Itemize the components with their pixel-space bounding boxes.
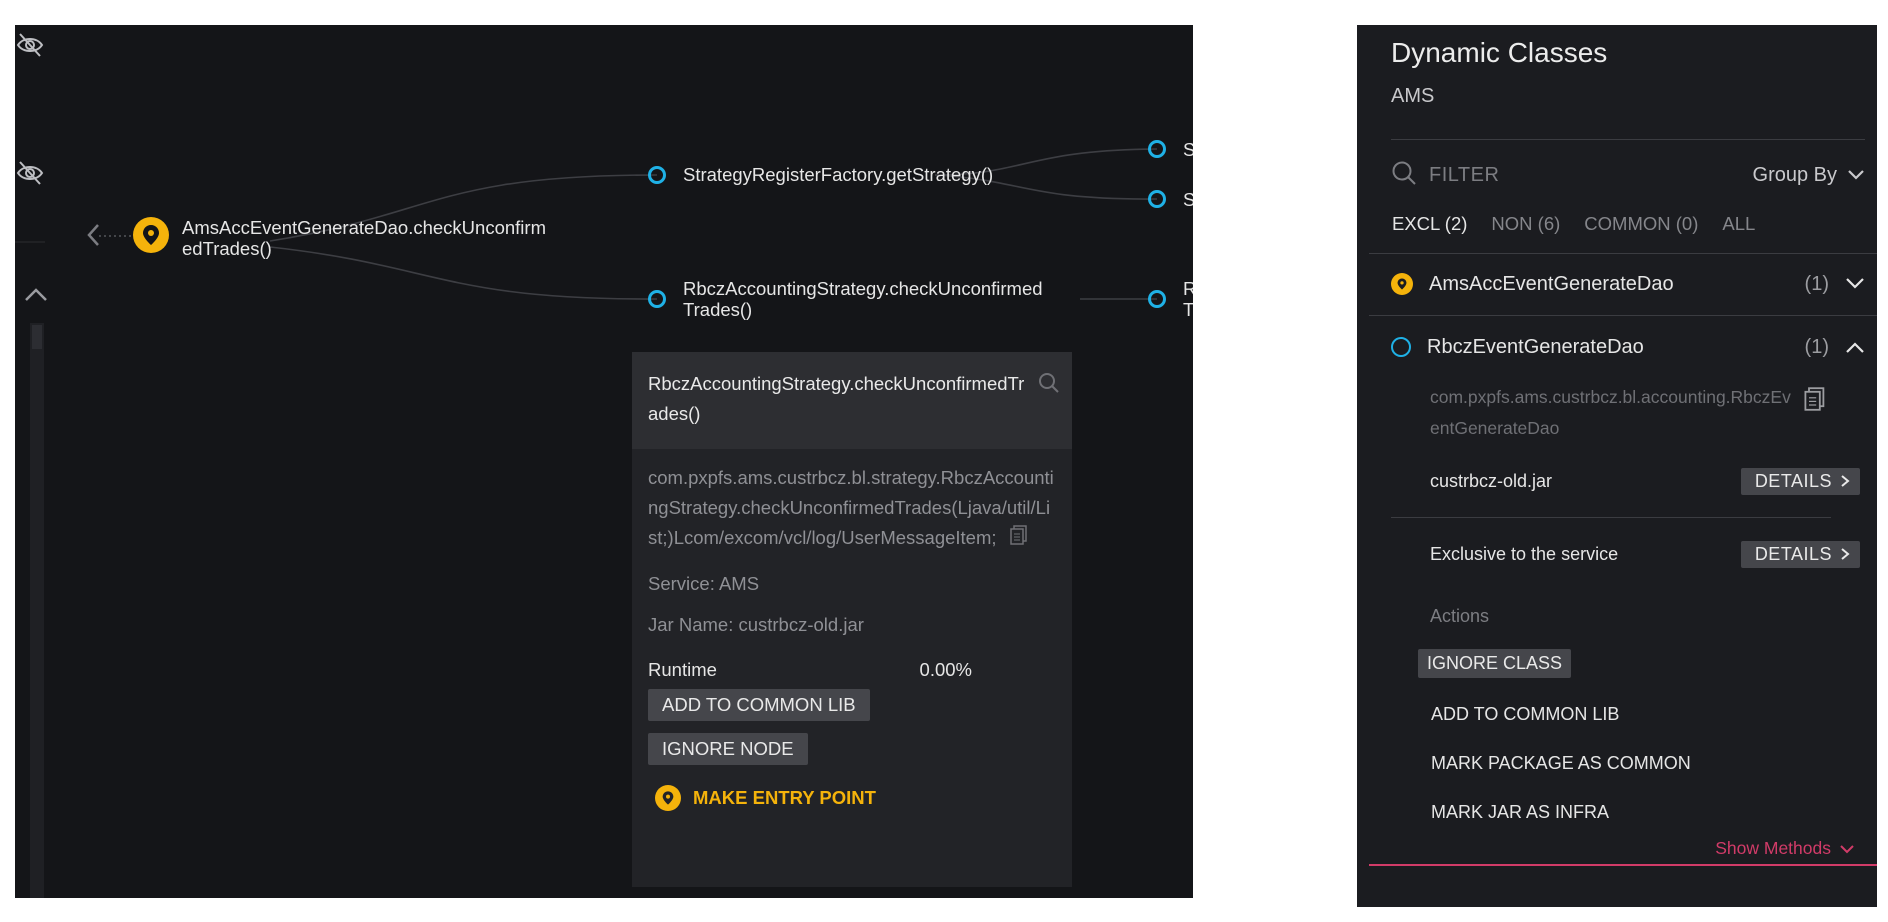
show-methods-label: Show Methods xyxy=(1715,838,1831,858)
tab-non[interactable]: NON (6) xyxy=(1491,213,1560,235)
ignore-node-button[interactable]: IGNORE NODE xyxy=(648,733,808,766)
app-stage: AmsAccEventGenerateDao.checkUnconfirm ed… xyxy=(0,0,1888,922)
graph-node-label-line1: RbczAccountingStrategy.checkUnconfirmed xyxy=(683,278,1043,299)
method-signature-text: com.pxpfs.ams.custrbcz.bl.strategy.RbczA… xyxy=(648,467,1054,548)
graph-node-label-truncated[interactable]: R T xyxy=(1183,278,1193,320)
search-icon[interactable] xyxy=(1391,160,1417,191)
graph-node-label-truncated[interactable]: S xyxy=(1183,189,1193,210)
filter-input[interactable]: FILTER xyxy=(1429,164,1499,187)
graph-node-label-line2: T xyxy=(1183,299,1193,320)
popup-body: com.pxpfs.ams.custrbcz.bl.strategy.RbczA… xyxy=(632,449,1072,812)
chevron-up-icon[interactable] xyxy=(21,281,51,311)
chevron-up-icon[interactable] xyxy=(1845,340,1865,354)
make-entry-point-button[interactable]: MAKE ENTRY POINT xyxy=(655,785,1056,812)
jar-name-text: Jar Name: custrbcz-old.jar xyxy=(648,614,864,636)
scrollbar[interactable] xyxy=(30,323,44,898)
tab-common[interactable]: COMMON (0) xyxy=(1584,213,1698,235)
divider xyxy=(1391,517,1831,518)
jar-row: custrbcz-old.jar DETAILS xyxy=(1430,466,1860,496)
runtime-label: Runtime xyxy=(648,659,717,681)
actions-label: Actions xyxy=(1430,606,1490,626)
node-ring-icon[interactable] xyxy=(648,166,666,184)
call-graph-canvas[interactable]: AmsAccEventGenerateDao.checkUnconfirm ed… xyxy=(15,25,1193,898)
node-details-popup: RbczAccountingStrategy.checkUnconfirmedT… xyxy=(632,352,1072,887)
chevron-down-icon xyxy=(1839,844,1855,854)
tab-all[interactable]: ALL xyxy=(1722,213,1755,235)
class-row[interactable]: RbczEventGenerateDao (1) xyxy=(1391,329,1865,365)
make-entry-point-label: MAKE ENTRY POINT xyxy=(693,787,876,809)
graph-node-label-line1: R xyxy=(1183,278,1193,299)
graph-node-label[interactable]: RbczAccountingStrategy.checkUnconfirmed … xyxy=(683,278,1043,320)
root-node-label[interactable]: AmsAccEventGenerateDao.checkUnconfirm ed… xyxy=(182,217,546,259)
search-icon[interactable] xyxy=(1038,372,1060,399)
node-ring-icon[interactable] xyxy=(1148,190,1166,208)
eye-slash-icon[interactable] xyxy=(15,158,45,188)
service-text: Service: AMS xyxy=(648,573,760,595)
exclusive-label: Exclusive to the service xyxy=(1430,543,1619,564)
runtime-value: 0.00% xyxy=(919,659,972,681)
scrollbar-thumb[interactable] xyxy=(32,325,42,349)
runtime-row: Runtime 0.00% xyxy=(648,659,1056,681)
add-to-common-lib-action[interactable]: ADD TO COMMON LIB xyxy=(1431,704,1619,725)
class-count: (1) xyxy=(1804,272,1829,295)
graph-node-label-truncated[interactable]: S xyxy=(1183,139,1193,160)
chevron-right-icon xyxy=(1840,474,1850,488)
copy-icon[interactable] xyxy=(1804,387,1826,416)
class-row[interactable]: AmsAccEventGenerateDao (1) xyxy=(1391,266,1865,302)
ignore-class-button[interactable]: IGNORE CLASS xyxy=(1418,649,1572,678)
root-node-label-line2: edTrades() xyxy=(182,238,272,259)
group-by-label: Group By xyxy=(1752,163,1837,186)
method-signature: com.pxpfs.ams.custrbcz.bl.strategy.RbczA… xyxy=(648,463,1056,554)
root-node-label-line1: AmsAccEventGenerateDao.checkUnconfirm xyxy=(182,217,546,238)
chevron-left-icon[interactable] xyxy=(79,220,109,250)
divider xyxy=(1369,253,1877,254)
dynamic-classes-panel: Dynamic Classes AMS FILTER Group By EXCL… xyxy=(1357,25,1877,907)
show-methods-toggle[interactable]: Show Methods xyxy=(1715,838,1855,859)
panel-title: Dynamic Classes xyxy=(1391,37,1608,68)
node-ring-icon xyxy=(1391,337,1411,357)
node-ring-icon[interactable] xyxy=(1148,290,1166,308)
package-name: com.pxpfs.ams.custrbcz.bl.accounting.Rbc… xyxy=(1430,387,1791,438)
tab-excl[interactable]: EXCL (2) xyxy=(1392,213,1467,235)
jar-name: custrbcz-old.jar xyxy=(1430,470,1553,491)
eye-slash-icon[interactable] xyxy=(15,30,45,60)
class-name: RbczEventGenerateDao xyxy=(1427,335,1644,358)
class-name: AmsAccEventGenerateDao xyxy=(1429,272,1674,295)
accent-divider xyxy=(1369,864,1877,866)
details-button[interactable]: DETAILS xyxy=(1740,540,1860,568)
graph-node-label-line2: Trades() xyxy=(683,299,753,320)
add-to-common-lib-button[interactable]: ADD TO COMMON LIB xyxy=(648,689,870,722)
location-pin-icon[interactable] xyxy=(133,217,169,253)
details-button[interactable]: DETAILS xyxy=(1740,467,1860,495)
exclusive-row: Exclusive to the service DETAILS xyxy=(1430,539,1860,569)
group-by-dropdown[interactable]: Group By xyxy=(1753,164,1865,187)
copy-icon[interactable] xyxy=(1009,524,1028,554)
graph-node-label[interactable]: StrategyRegisterFactory.getStrategy() xyxy=(683,164,993,185)
node-ring-icon[interactable] xyxy=(1148,140,1166,158)
chevron-right-icon xyxy=(1840,547,1850,561)
chevron-down-icon xyxy=(1847,169,1865,181)
location-pin-icon xyxy=(655,785,681,812)
popup-header: RbczAccountingStrategy.checkUnconfirmedT… xyxy=(632,352,1072,449)
class-count: (1) xyxy=(1804,335,1829,358)
popup-title: RbczAccountingStrategy.checkUnconfirmedT… xyxy=(648,373,1025,424)
details-label: DETAILS xyxy=(1754,470,1832,491)
mark-package-as-common-action[interactable]: MARK PACKAGE AS COMMON xyxy=(1431,753,1691,774)
panel-subtitle: AMS xyxy=(1391,85,1435,107)
chevron-down-icon[interactable] xyxy=(1845,277,1865,291)
mark-jar-as-infra-action[interactable]: MARK JAR AS INFRA xyxy=(1431,802,1609,823)
location-pin-icon xyxy=(1391,273,1413,295)
divider xyxy=(1391,139,1865,140)
class-filter-tabs: EXCL (2) NON (6) COMMON (0) ALL xyxy=(1392,213,1779,235)
divider xyxy=(1369,315,1877,316)
details-label: DETAILS xyxy=(1754,543,1832,564)
filter-bar: FILTER Group By xyxy=(1391,157,1865,193)
node-ring-icon[interactable] xyxy=(648,290,666,308)
